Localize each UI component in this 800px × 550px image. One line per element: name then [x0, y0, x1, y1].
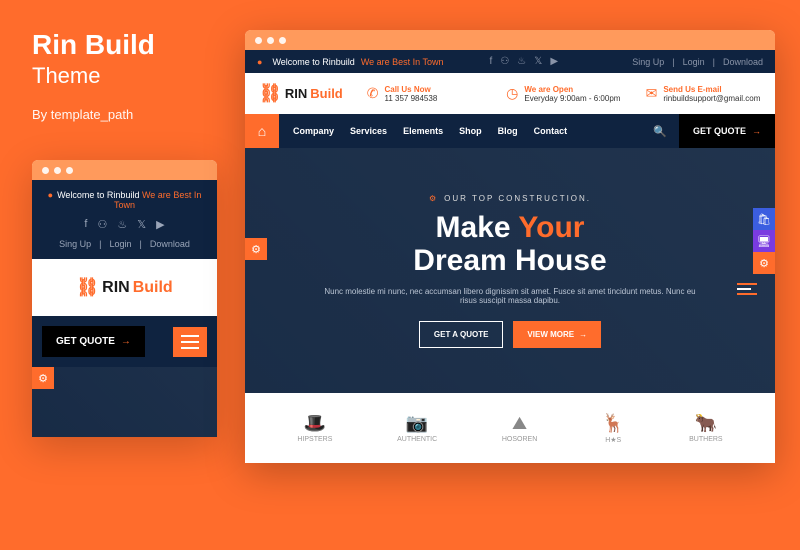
hero-section: ⚙ 🛍 🖥 ⚙ OUR TOP CONSTRUCTION. Make YourD… — [245, 148, 775, 393]
stumble-icon[interactable]: ♨ — [517, 56, 526, 67]
nav-company[interactable]: Company — [293, 126, 334, 136]
client-logo: 🦌H★S — [602, 413, 624, 444]
side-tab-cart-icon[interactable]: 🛍 — [753, 208, 775, 230]
client-logos: 🎩HIPSTERS 📷AUTHENTIC ⛰HOSOREN 🦌H★S 🐂BUTH… — [245, 393, 775, 463]
hero-eyebrow: OUR TOP CONSTRUCTION. — [429, 194, 591, 203]
mobile-quote-button[interactable]: GET QUOTE→ — [42, 326, 145, 357]
mobile-welcome: ●Welcome to Rinbuild We are Best In Town — [40, 190, 209, 210]
view-more-button[interactable]: VIEW MORE→ — [513, 321, 601, 348]
window-dot — [267, 37, 274, 44]
mail-info: ✉ Send Us E-mailrinbuildsupport@gmail.co… — [646, 85, 761, 103]
mobile-download-link[interactable]: Download — [150, 239, 190, 249]
skype-icon[interactable]: ⚇ — [97, 218, 107, 231]
clock-icon: ◷ — [506, 85, 518, 102]
mobile-preview: ●Welcome to Rinbuild We are Best In Town… — [32, 160, 217, 437]
logo[interactable]: ⛓RINBuild — [259, 83, 343, 104]
login-link[interactable]: Login — [683, 57, 705, 67]
window-dot — [54, 167, 61, 174]
client-logo: 🐂BUTHERS — [689, 413, 722, 443]
phone-icon: ✆ — [367, 85, 379, 102]
welcome-tag: We are Best In Town — [361, 57, 444, 67]
client-logo: 📷AUTHENTIC — [397, 413, 437, 443]
mobile-socials[interactable]: f ⚇ ♨ 𝕏 ▶ — [40, 218, 209, 231]
hours-info: ◷ We are OpenEveryday 9:00am - 6:00pm — [506, 85, 621, 103]
skype-icon[interactable]: ⚇ — [500, 56, 509, 67]
call-info: ✆ Call Us Now11 357 984538 — [367, 85, 482, 103]
mobile-login-link[interactable]: Login — [109, 239, 131, 249]
home-button[interactable]: ⌂ — [245, 114, 279, 148]
nav-contact[interactable]: Contact — [534, 126, 568, 136]
search-icon[interactable]: 🔍 — [641, 125, 679, 138]
mobile-hero — [32, 367, 217, 437]
download-link[interactable]: Download — [723, 57, 763, 67]
mobile-titlebar — [32, 160, 217, 180]
client-logo: ⛰HOSOREN — [502, 413, 537, 443]
nav-shop[interactable]: Shop — [459, 126, 482, 136]
mobile-signup-link[interactable]: Sing Up — [59, 239, 91, 249]
window-dot — [66, 167, 73, 174]
settings-gear-icon[interactable]: ⚙ — [245, 238, 267, 260]
welcome-text: Welcome to Rinbuild — [272, 57, 354, 67]
nav-blog[interactable]: Blog — [498, 126, 518, 136]
twitter-icon[interactable]: 𝕏 — [534, 56, 542, 67]
get-quote-button[interactable]: GET QUOTE→ — [679, 114, 775, 148]
twitter-icon[interactable]: 𝕏 — [137, 218, 146, 231]
hero-desc: Nunc molestie mi nunc, nec accumsan libe… — [320, 287, 700, 305]
nav-elements[interactable]: Elements — [403, 126, 443, 136]
side-tab-settings-icon[interactable]: ⚙ — [753, 252, 775, 274]
window-dot — [42, 167, 49, 174]
theme-subtitle: Theme — [32, 63, 155, 89]
window-dot — [279, 37, 286, 44]
hamburger-icon[interactable] — [173, 327, 207, 357]
youtube-icon[interactable]: ▶ — [550, 56, 558, 67]
mail-icon: ✉ — [646, 85, 658, 102]
client-logo: 🎩HIPSTERS — [297, 413, 332, 443]
mobile-logo[interactable]: ⛓RINBuild — [32, 277, 217, 298]
desktop-preview: ● Welcome to Rinbuild We are Best In Tow… — [245, 30, 775, 463]
facebook-icon[interactable]: f — [490, 56, 493, 67]
window-dot — [255, 37, 262, 44]
hero-heading: Make YourDream House — [413, 211, 606, 277]
home-icon: ⌂ — [258, 123, 266, 139]
nav-services[interactable]: Services — [350, 126, 387, 136]
signup-link[interactable]: Sing Up — [632, 57, 664, 67]
facebook-icon[interactable]: f — [84, 218, 87, 231]
settings-gear-icon[interactable]: ⚙ — [32, 367, 54, 389]
theme-title: Rin Build — [32, 30, 155, 61]
get-a-quote-button[interactable]: GET A QUOTE — [419, 321, 504, 348]
theme-author: By template_path — [32, 107, 155, 122]
stumble-icon[interactable]: ♨ — [117, 218, 127, 231]
youtube-icon[interactable]: ▶ — [156, 218, 164, 231]
desktop-titlebar — [245, 30, 775, 50]
side-tab-screen-icon[interactable]: 🖥 — [753, 230, 775, 252]
slider-indicator-icon[interactable] — [737, 283, 757, 295]
